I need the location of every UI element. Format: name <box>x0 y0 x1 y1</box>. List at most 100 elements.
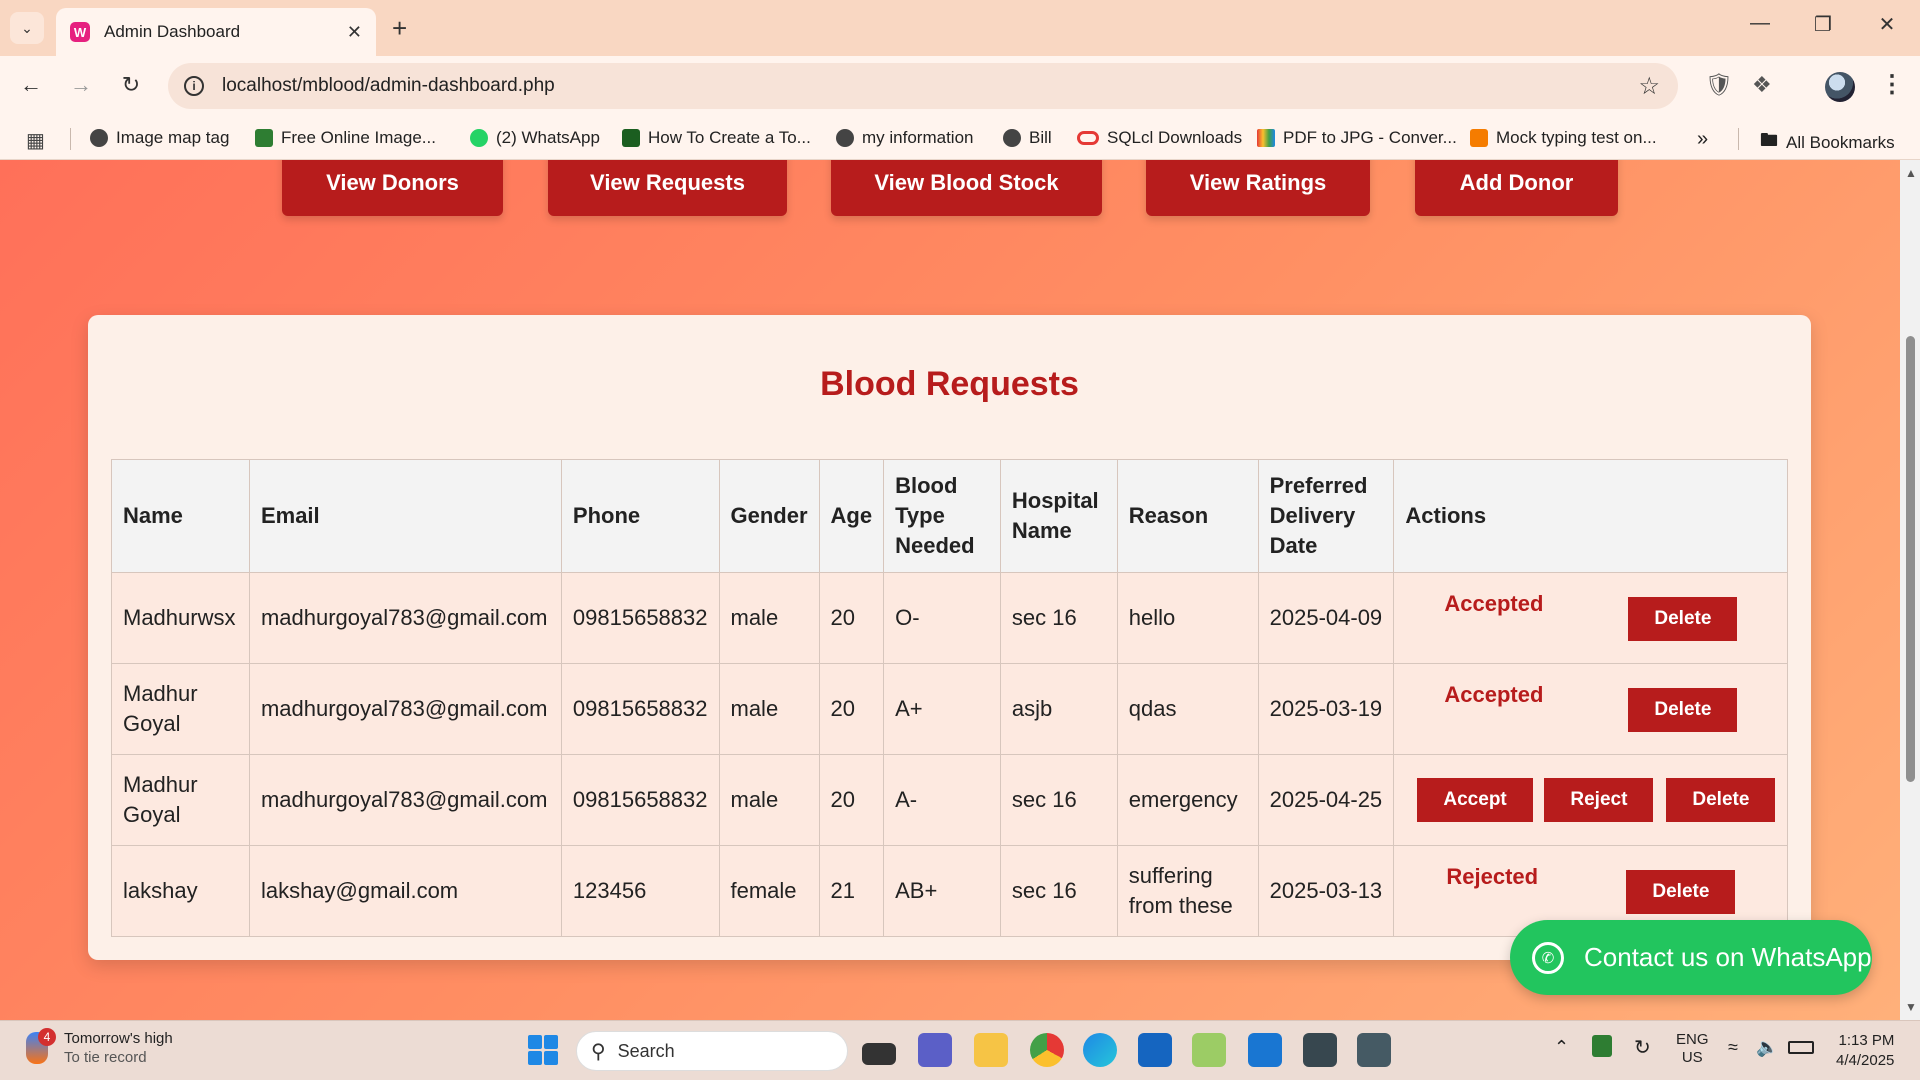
weather-title: Tomorrow's high <box>64 1030 173 1047</box>
bookmarks-overflow-button[interactable]: » <box>1697 128 1708 151</box>
bookmark-item[interactable]: (2) WhatsApp <box>470 128 600 148</box>
page-scrollbar[interactable]: ▲ ▼ <box>1900 160 1920 1020</box>
whatsapp-icon <box>470 129 488 147</box>
bookmark-item[interactable]: Image map tag <box>90 128 229 148</box>
task-view-icon[interactable] <box>862 1043 896 1065</box>
bookmark-item[interactable]: PDF to JPG - Conver... <box>1257 128 1457 148</box>
view-ratings-button[interactable]: View Ratings <box>1146 160 1370 216</box>
virtualbox-icon[interactable] <box>1357 1033 1391 1067</box>
whatsapp-contact-button[interactable]: ✆ Contact us on WhatsApp <box>1510 920 1872 995</box>
delete-button[interactable]: Delete <box>1626 870 1736 914</box>
search-icon: ⚲ <box>591 1040 606 1063</box>
back-icon[interactable]: ← <box>16 72 46 98</box>
address-bar[interactable]: i localhost/mblood/admin-dashboard.php ☆ <box>168 63 1678 109</box>
sync-icon[interactable]: ↻ <box>1634 1035 1651 1060</box>
column-header: Name <box>111 459 250 573</box>
new-tab-button[interactable]: + <box>392 14 407 42</box>
delete-button[interactable]: Delete <box>1666 778 1776 822</box>
volume-icon[interactable]: 🔈 <box>1756 1037 1778 1058</box>
all-bookmarks-button[interactable]: 🖿 All Bookmarks <box>1760 128 1895 158</box>
bookmark-item[interactable]: Mock typing test on... <box>1470 128 1657 148</box>
paint-icon[interactable] <box>1192 1033 1226 1067</box>
vscode-icon[interactable] <box>1248 1033 1282 1067</box>
table-row: Madhur Goyal madhurgoyal783@gmail.com 09… <box>111 663 1788 755</box>
column-header: Preferred Delivery Date <box>1257 459 1395 573</box>
windows-taskbar: 4 Tomorrow's high To tie record ⚲ Search… <box>0 1020 1920 1080</box>
browser-titlebar: ⌄ W Admin Dashboard ✕ + — ❐ ✕ <box>0 0 1920 56</box>
cell-blood-type: AB+ <box>883 845 1001 937</box>
bookmark-item[interactable]: my information <box>836 128 973 148</box>
cell-age: 20 <box>818 572 885 664</box>
store-icon[interactable] <box>1138 1033 1172 1067</box>
view-blood-stock-button[interactable]: View Blood Stock <box>831 160 1102 216</box>
battery-icon[interactable] <box>1788 1041 1814 1054</box>
bookmark-star-icon[interactable]: ☆ <box>1638 72 1660 101</box>
notification-badge: 4 <box>38 1028 56 1046</box>
view-donors-button[interactable]: View Donors <box>282 160 503 216</box>
scroll-up-icon[interactable]: ▲ <box>1905 166 1917 180</box>
url-text[interactable]: localhost/mblood/admin-dashboard.php <box>222 75 555 97</box>
edge-icon[interactable] <box>1083 1033 1117 1067</box>
view-requests-button[interactable]: View Requests <box>548 160 787 216</box>
browser-tab-active[interactable]: W Admin Dashboard ✕ <box>56 8 376 56</box>
restore-button[interactable]: ❐ <box>1808 12 1838 37</box>
chevron-up-icon[interactable]: ⌃ <box>1554 1037 1569 1058</box>
region-code: US <box>1681 1049 1703 1066</box>
minimize-button[interactable]: — <box>1745 12 1775 35</box>
chrome-icon[interactable] <box>1030 1033 1064 1067</box>
close-window-button[interactable]: ✕ <box>1872 12 1902 37</box>
scrollbar-thumb[interactable] <box>1906 336 1915 782</box>
taskbar-search[interactable]: ⚲ Search <box>576 1031 848 1071</box>
bookmark-item[interactable]: How To Create a To... <box>622 128 811 148</box>
cell-hospital: sec 16 <box>999 572 1118 664</box>
cell-reason: hello <box>1116 572 1259 664</box>
wifi-icon[interactable]: ≈ <box>1728 1037 1738 1058</box>
weather-widget[interactable]: 4 Tomorrow's high To tie record <box>26 1028 173 1067</box>
cell-name: lakshay <box>111 845 250 937</box>
reject-button[interactable]: Reject <box>1544 778 1654 822</box>
cell-reason: qdas <box>1116 663 1259 755</box>
delete-button[interactable]: Delete <box>1628 597 1738 641</box>
extension-shield-icon[interactable]: 🛡 <box>1705 72 1733 98</box>
start-icon[interactable] <box>528 1035 558 1065</box>
accept-button[interactable]: Accept <box>1417 778 1533 822</box>
cell-gender: female <box>718 845 820 937</box>
cell-date: 2025-03-13 <box>1257 845 1395 937</box>
delete-button[interactable]: Delete <box>1628 688 1738 732</box>
extensions-puzzle-icon[interactable]: ❖ <box>1752 72 1772 98</box>
cell-actions: Accept Reject Delete <box>1393 754 1788 846</box>
app-icon[interactable] <box>1303 1033 1337 1067</box>
cell-hospital: asjb <box>999 663 1118 755</box>
system-clock[interactable]: 1:13 PM 4/4/2025 <box>1836 1031 1894 1071</box>
page-title: Blood Requests <box>820 365 1079 403</box>
cell-actions: Accepted Delete <box>1393 663 1788 755</box>
profile-avatar[interactable] <box>1825 72 1855 102</box>
scroll-down-icon[interactable]: ▼ <box>1905 1000 1917 1014</box>
cell-blood-type: A- <box>883 754 1001 846</box>
cell-gender: male <box>718 754 820 846</box>
close-tab-icon[interactable]: ✕ <box>347 22 362 43</box>
site-info-icon[interactable]: i <box>184 76 204 96</box>
tab-search-button[interactable]: ⌄ <box>10 12 44 44</box>
column-header: Phone <box>560 459 720 573</box>
typing-test-icon <box>1470 129 1488 147</box>
apps-grid-icon[interactable]: ▦ <box>26 128 45 153</box>
browser-menu-icon[interactable]: ⋮ <box>1880 70 1904 99</box>
cell-email: lakshay@gmail.com <box>248 845 562 937</box>
thermometer-icon: 4 <box>26 1028 56 1064</box>
language-indicator[interactable]: ENG US <box>1676 1031 1709 1067</box>
forward-icon[interactable]: → <box>66 72 96 98</box>
bookmark-item[interactable]: Free Online Image... <box>255 128 436 148</box>
teams-icon[interactable] <box>918 1033 952 1067</box>
search-label: Search <box>617 1040 675 1061</box>
cell-age: 20 <box>818 663 885 755</box>
tray-app-icon[interactable] <box>1592 1035 1612 1057</box>
bookmark-item[interactable]: SQLcl Downloads <box>1077 128 1242 148</box>
cell-name: Madhur Goyal <box>111 754 250 846</box>
cell-blood-type: A+ <box>883 663 1001 755</box>
bookmark-item[interactable]: Bill <box>1003 128 1052 148</box>
reload-icon[interactable]: ↻ <box>116 72 146 98</box>
status-badge: Rejected <box>1446 864 1539 889</box>
add-donor-button[interactable]: Add Donor <box>1415 160 1618 216</box>
file-explorer-icon[interactable] <box>974 1033 1008 1067</box>
